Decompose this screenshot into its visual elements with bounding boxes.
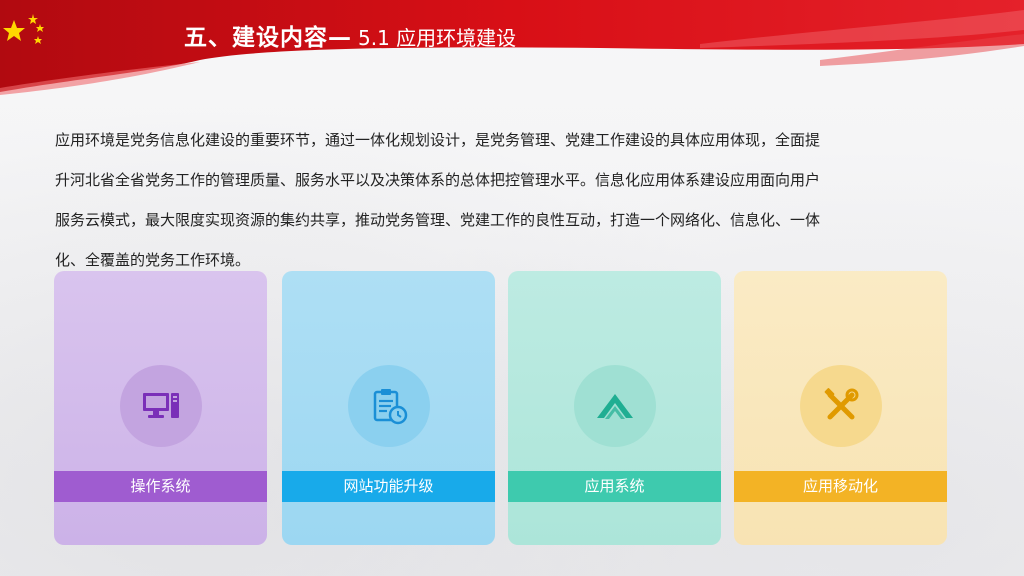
icon-circle bbox=[348, 365, 430, 447]
intro-line: 服务云模式，最大限度实现资源的集约共享，推动党务管理、党建工作的良性互动，打造一… bbox=[55, 211, 821, 229]
computer-icon bbox=[143, 393, 179, 418]
clipboard-clock-icon bbox=[373, 389, 408, 425]
card-label: 应用系统 bbox=[508, 471, 721, 502]
tools-icon bbox=[824, 388, 859, 420]
intro-line: 升河北省全省党务工作的管理质量、服务水平以及决策体系的总体把控管理水平。信息化应… bbox=[55, 171, 821, 189]
intro-paragraph: 应用环境是党务信息化建设的重要环节，通过一体化规划设计，是党务管理、党建工作建设… bbox=[55, 120, 975, 280]
title-subtitle: 5.1 应用环境建设 bbox=[358, 26, 517, 50]
card-mobile-application[interactable]: 应用移动化 bbox=[734, 271, 947, 545]
icon-circle bbox=[574, 365, 656, 447]
title-main: 五、建设内容— bbox=[184, 25, 352, 51]
card-application-system[interactable]: 应用系统 bbox=[508, 271, 721, 545]
card-label: 应用移动化 bbox=[734, 471, 947, 502]
card-website-upgrade[interactable]: 网站功能升级 bbox=[282, 271, 495, 545]
card-label: 操作系统 bbox=[54, 471, 267, 502]
card-operating-system[interactable]: 操作系统 bbox=[54, 271, 267, 545]
icon-circle bbox=[120, 365, 202, 447]
card-label: 网站功能升级 bbox=[282, 471, 495, 502]
chevron-peak-icon bbox=[597, 394, 633, 419]
page-title: 五、建设内容— 5.1 应用环境建设 bbox=[184, 18, 516, 54]
icon-circle bbox=[800, 365, 882, 447]
intro-line: 应用环境是党务信息化建设的重要环节，通过一体化规划设计，是党务管理、党建工作建设… bbox=[55, 131, 821, 149]
